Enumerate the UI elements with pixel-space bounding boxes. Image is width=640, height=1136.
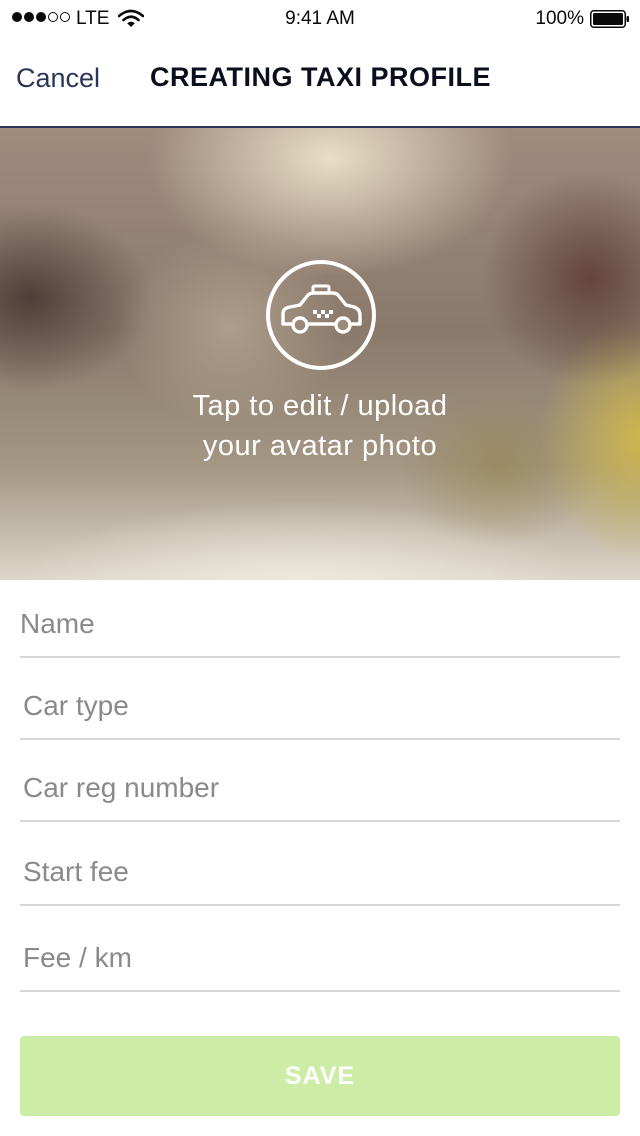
screen: LTE 9:41 AM 100% Cancel CREATING TAXI PR… bbox=[0, 0, 640, 1136]
taxi-car-icon bbox=[281, 284, 362, 334]
car-reg-field-container bbox=[20, 772, 623, 822]
battery-icon bbox=[590, 10, 629, 28]
avatar-upload-area[interactable]: Tap to edit / upload your avatar photo bbox=[0, 128, 640, 580]
car-type-input[interactable] bbox=[20, 690, 623, 722]
start-fee-field-container bbox=[20, 856, 623, 906]
hint-line-2: your avatar photo bbox=[202, 430, 438, 462]
fee-per-km-input[interactable] bbox=[20, 942, 623, 974]
save-button[interactable]: SAVE bbox=[20, 1036, 620, 1116]
battery-percent: 100% bbox=[535, 8, 584, 29]
avatar-upload-hint: Tap to edit / upload your avatar photo bbox=[0, 386, 640, 466]
name-input[interactable] bbox=[20, 608, 620, 640]
fee-per-km-field-container bbox=[20, 942, 623, 992]
page-title: CREATING TAXI PROFILE bbox=[150, 62, 491, 92]
car-reg-number-input[interactable] bbox=[20, 772, 623, 804]
navigation-bar: Cancel CREATING TAXI PROFILE bbox=[0, 40, 640, 128]
hint-line-1: Tap to edit / upload bbox=[192, 390, 448, 422]
start-fee-input[interactable] bbox=[20, 856, 623, 888]
name-field-container bbox=[20, 608, 620, 658]
status-bar: LTE 9:41 AM 100% bbox=[0, 0, 640, 40]
cancel-button[interactable]: Cancel bbox=[16, 63, 100, 94]
car-type-field-container bbox=[20, 690, 623, 740]
avatar-upload-button[interactable] bbox=[266, 260, 376, 370]
